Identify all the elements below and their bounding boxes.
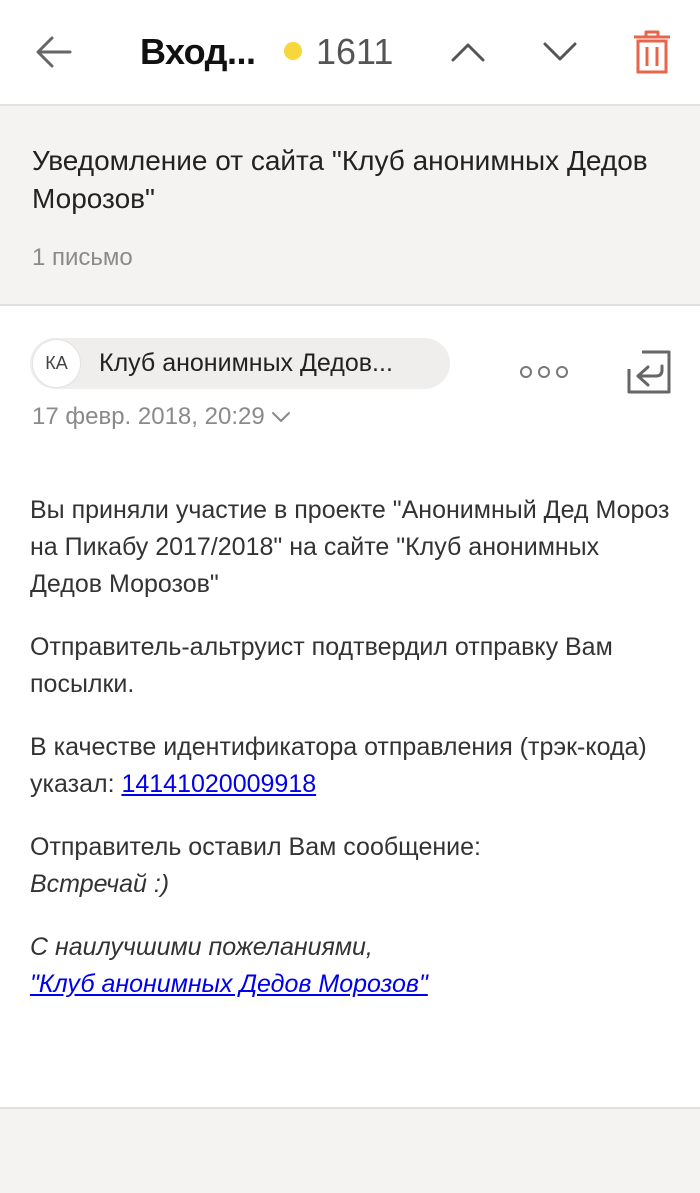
avatar: КА: [32, 339, 81, 388]
back-button[interactable]: [30, 28, 78, 76]
date-text: 17 февр. 2018, 20:29: [32, 403, 265, 430]
sender-message-text: Встречай :): [30, 870, 170, 898]
chevron-up-icon: [451, 43, 485, 62]
top-toolbar: Вход... 1611: [0, 0, 700, 106]
delete-button[interactable]: [626, 26, 678, 78]
body-paragraph: Отправитель-альтруист подтвердил отправк…: [30, 633, 613, 698]
sender-message-label: Отправитель оставил Вам сообщение:: [30, 833, 481, 861]
thread-message-count: 1 письмо: [32, 244, 133, 271]
more-icon: [520, 366, 532, 378]
body-paragraph-tracking: В качестве идентификатора отправления (т…: [30, 729, 675, 803]
more-actions-button[interactable]: [520, 358, 568, 386]
chevron-down-icon: [543, 42, 577, 61]
back-arrow-icon: [36, 36, 72, 68]
sender-chip[interactable]: КА Клуб анонимных Дедов...: [30, 338, 450, 389]
thread-header: Уведомление от сайта "Клуб анонимных Дед…: [0, 106, 700, 306]
tracking-code-link[interactable]: 14141020009918: [121, 770, 316, 798]
bottom-area: [0, 1107, 700, 1193]
previous-message-button[interactable]: [444, 28, 492, 76]
more-icon-dot: [538, 366, 550, 378]
signoff-text: С наилучшими пожеланиями,: [30, 933, 373, 961]
reply-button[interactable]: [626, 349, 672, 395]
folder-title[interactable]: Вход...: [140, 28, 256, 76]
message-date[interactable]: 17 февр. 2018, 20:29: [32, 403, 291, 431]
unread-indicator-dot: [284, 42, 302, 60]
thread-subject: Уведомление от сайта "Клуб анонимных Дед…: [32, 145, 648, 214]
next-message-button[interactable]: [536, 28, 584, 76]
signature: С наилучшими пожеланиями, "Клуб анонимных…: [30, 929, 675, 1003]
chevron-down-icon: [271, 412, 290, 422]
reply-icon: [627, 350, 671, 394]
body-paragraph: Вы приняли участие в проекте "Анонимный …: [30, 496, 670, 598]
body-paragraph-sender-message: Отправитель оставил Вам сообщение: Встреч…: [30, 829, 675, 903]
sender-name: Клуб анонимных Дедов...: [99, 349, 393, 377]
signature-link[interactable]: "Клуб анонимных Дедов Морозов": [30, 970, 428, 998]
trash-icon: [634, 30, 670, 74]
unread-count: 1611: [316, 31, 394, 72]
more-icon-dot: [556, 366, 568, 378]
message-body: Вы приняли участие в проекте "Анонимный …: [30, 492, 675, 1029]
